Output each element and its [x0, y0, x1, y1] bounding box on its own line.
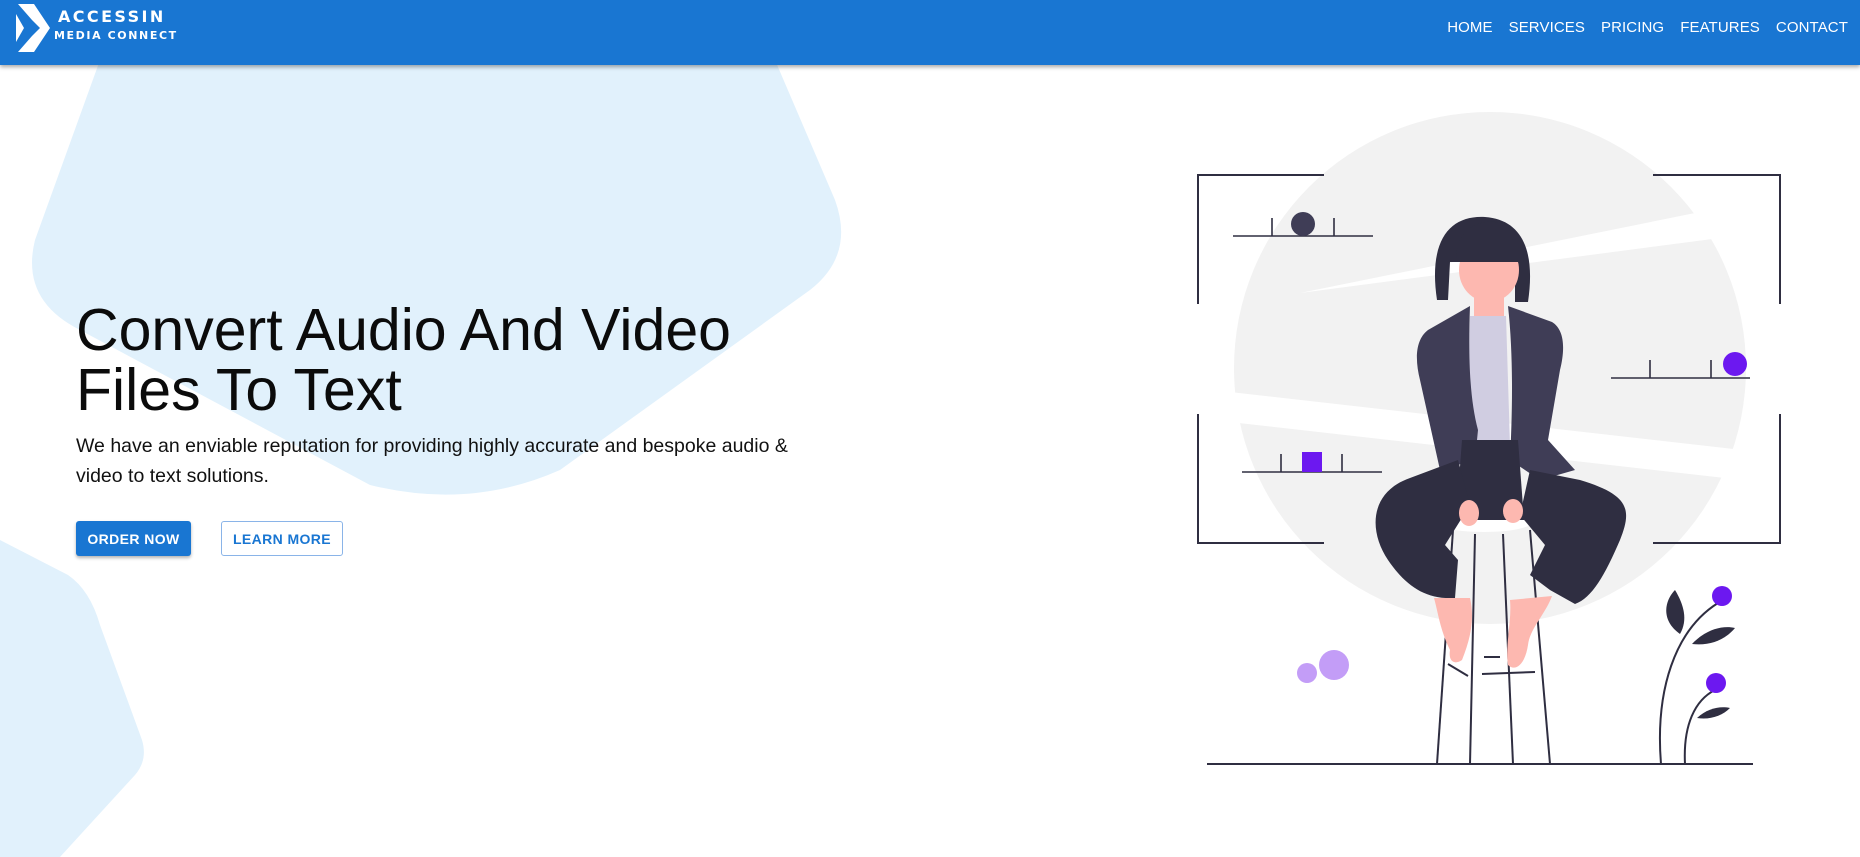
order-now-button[interactable]: ORDER NOW [76, 521, 191, 556]
nav-link-contact[interactable]: CONTACT [1776, 19, 1848, 36]
chevron-logo-icon [16, 4, 50, 52]
nav-link-home[interactable]: HOME [1447, 19, 1492, 36]
brand-logo[interactable]: ACCESSIN MEDIA CONNECT [12, 2, 178, 54]
shelf-dark-circle [1291, 212, 1315, 236]
logo-subtitle: MEDIA CONNECT [54, 29, 178, 42]
background-blob-top [32, 60, 842, 495]
logo-title: ACCESSIN [58, 7, 166, 26]
nav-link-pricing[interactable]: PRICING [1601, 19, 1664, 36]
bubble-large [1319, 650, 1349, 680]
shelf-purple-circle [1723, 352, 1747, 376]
shelf-purple-square [1302, 452, 1322, 472]
main-nav: HOME SERVICES PRICING FEATURES CONTACT [1431, 0, 1848, 54]
nav-link-services[interactable]: SERVICES [1509, 19, 1585, 36]
top-navigation-bar: ACCESSIN MEDIA CONNECT HOME SERVICES PRI… [0, 0, 1860, 65]
bubble-small [1297, 663, 1317, 683]
hero-subtitle: We have an enviable reputation for provi… [76, 435, 788, 487]
person-on-stool-illustration [1197, 112, 1781, 765]
logo-text: ACCESSIN MEDIA CONNECT [54, 7, 178, 42]
background-blob-bottom [0, 540, 144, 857]
hero-title: Convert Audio And Video Files To Text [76, 297, 731, 423]
plant [1659, 586, 1735, 765]
landing-page: ACCESSIN MEDIA CONNECT HOME SERVICES PRI… [0, 0, 1860, 857]
learn-more-button[interactable]: LEARN MORE [221, 521, 343, 556]
nav-link-features[interactable]: FEATURES [1680, 19, 1760, 36]
